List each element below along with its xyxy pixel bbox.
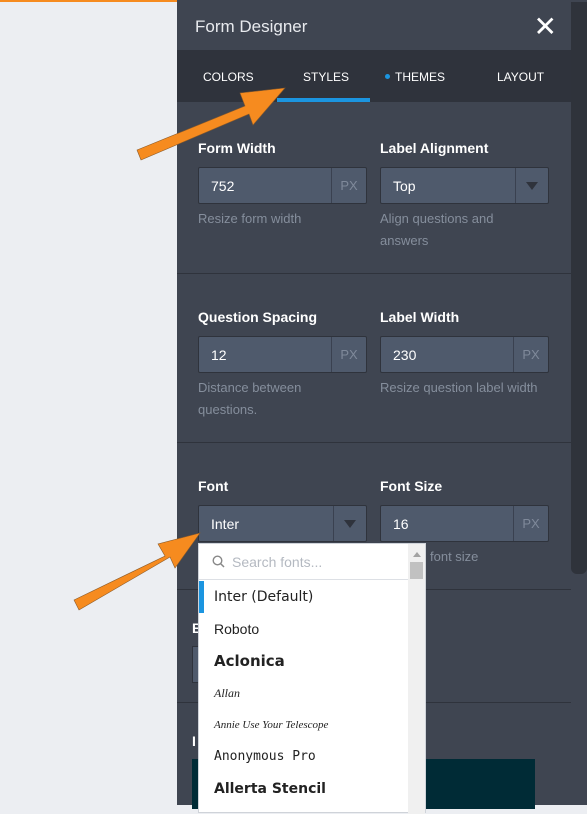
font-select[interactable]: Inter [198,505,367,542]
tab-layout[interactable]: LAYOUT [497,70,544,84]
label-alignment-hint: Align questions and answers [380,211,494,248]
tab-themes-label: THEMES [395,70,446,84]
question-spacing-input[interactable]: 12 PX [198,336,367,373]
form-width-input[interactable]: 752 PX [198,167,367,204]
font-option[interactable]: Inter (Default) [199,581,409,613]
label-width-input[interactable]: 230 PX [380,336,549,373]
px-unit: PX [331,337,366,372]
font-option[interactable]: Anonymous Pro [199,741,409,773]
font-option[interactable]: Annie Use Your Telescope [199,709,409,741]
divider [177,273,571,274]
font-option[interactable]: Allerta Stencil [199,773,409,805]
font-size-input[interactable]: 16 PX [380,505,549,542]
label-alignment-select[interactable]: Top [380,167,549,204]
dropdown-scroll-thumb[interactable] [410,562,423,579]
canvas-background [0,2,177,805]
font-size-value: 16 [393,516,409,532]
font-dropdown: Search fonts... Inter (Default) Roboto A… [198,543,426,814]
px-unit: PX [513,506,548,541]
px-unit: PX [331,168,366,203]
active-tab-indicator [277,98,370,102]
question-spacing-value: 12 [211,347,227,363]
close-icon[interactable]: ✕ [534,10,557,43]
font-size-label: Font Size [380,478,443,494]
label-width-value: 230 [393,347,417,363]
divider [177,442,571,443]
label-alignment-label: Label Alignment [380,140,489,156]
font-option[interactable]: Allan [199,677,409,709]
font-option[interactable]: Roboto [199,613,409,645]
scroll-up-icon[interactable] [413,552,421,557]
panel-scrollbar-thumb[interactable] [571,2,587,574]
font-search-placeholder: Search fonts... [232,554,323,570]
label-alignment-value: Top [393,178,416,194]
panel-header: Form Designer ✕ [177,2,571,50]
chevron-down-icon [333,506,366,541]
font-option[interactable]: Aclonica [199,645,409,677]
label-width-label: Label Width [380,309,460,325]
label-width-hint: Resize question label width [380,380,538,395]
tab-styles[interactable]: STYLES [303,70,349,84]
form-width-label: Form Width [198,140,276,156]
font-value: Inter [211,516,240,532]
form-width-value: 752 [211,178,235,194]
tab-bar: COLORS STYLES THEMES LAYOUT [177,50,571,102]
px-unit: PX [513,337,548,372]
font-search-input[interactable]: Search fonts... [199,544,409,580]
chevron-down-icon [515,168,548,203]
question-spacing-label: Question Spacing [198,309,318,325]
search-icon [212,555,225,568]
dropdown-scrollbar[interactable] [408,544,425,814]
tab-themes[interactable]: THEMES [385,70,445,84]
partial-section-label: I [192,733,196,749]
question-spacing-hint: Distance between questions. [198,380,302,417]
font-size-hint: font size [430,549,479,564]
font-label: Font [198,478,229,494]
tab-colors[interactable]: COLORS [203,70,254,84]
form-width-hint: Resize form width [198,211,302,226]
notification-dot-icon [385,74,390,80]
panel-title: Form Designer [195,17,308,36]
